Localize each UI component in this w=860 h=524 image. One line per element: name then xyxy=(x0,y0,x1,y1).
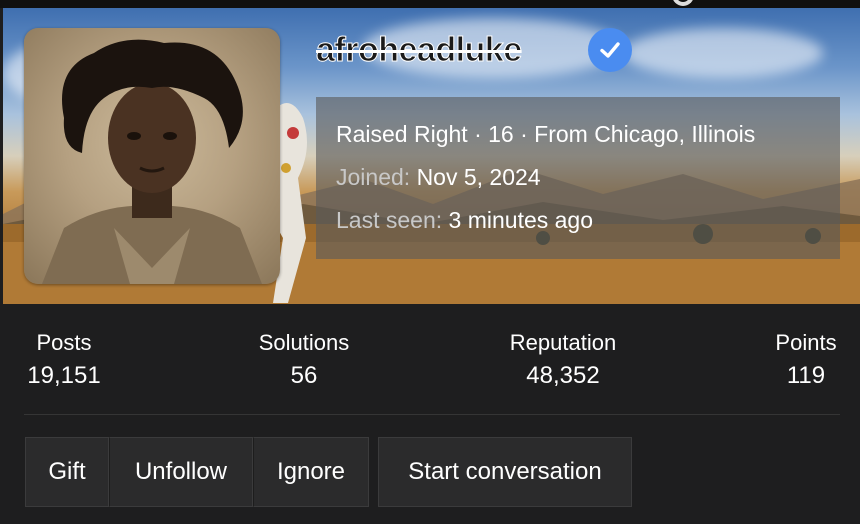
avatar[interactable] xyxy=(24,28,280,284)
joined-label: Joined: xyxy=(336,164,411,190)
stat-points[interactable]: Points 119 xyxy=(764,330,848,391)
ignore-button[interactable]: Ignore xyxy=(253,437,369,507)
stat-reputation[interactable]: Reputation 48,352 xyxy=(492,330,634,391)
verified-check-icon xyxy=(588,28,632,72)
gift-button[interactable]: Gift xyxy=(25,437,109,507)
username[interactable]: afroheadluke xyxy=(316,30,523,70)
joined-line: Joined: Nov 5, 2024 xyxy=(336,163,541,191)
user-title-line: Raised Right · 16 · From Chicago, Illino… xyxy=(336,121,756,147)
top-bar xyxy=(0,0,860,8)
conversation-action-group: Start conversation xyxy=(378,437,632,507)
stat-value[interactable]: 56 xyxy=(244,361,364,391)
stat-value[interactable]: 119 xyxy=(764,361,848,391)
profile-stats: Posts 19,151 Solutions 56 Reputation 48,… xyxy=(0,304,860,414)
stat-posts[interactable]: Posts 19,151 xyxy=(22,330,106,391)
avatar-portrait xyxy=(42,39,262,284)
stat-value[interactable]: 48,352 xyxy=(492,361,634,391)
stats-divider xyxy=(24,414,840,415)
cloud-shape xyxy=(623,28,823,78)
last-seen-label: Last seen: xyxy=(336,207,443,233)
unfollow-button[interactable]: Unfollow xyxy=(109,437,253,507)
stat-value[interactable]: 19,151 xyxy=(22,361,106,391)
joined-value[interactable]: Nov 5, 2024 xyxy=(417,164,541,190)
profile-action-group: Gift Unfollow Ignore xyxy=(25,437,369,507)
last-seen-value[interactable]: 3 minutes ago xyxy=(449,207,593,233)
stat-label: Posts xyxy=(36,330,92,355)
last-seen-line: Last seen: 3 minutes ago xyxy=(336,206,593,234)
start-conversation-button[interactable]: Start conversation xyxy=(378,437,632,507)
stat-label: Reputation xyxy=(509,330,617,355)
partial-heading-glyph xyxy=(672,0,694,6)
profile-info-box: Raised Right · 16 · From Chicago, Illino… xyxy=(316,97,840,259)
stat-solutions[interactable]: Solutions 56 xyxy=(244,330,364,391)
stat-label: Points xyxy=(775,330,837,355)
stat-label: Solutions xyxy=(258,330,350,355)
